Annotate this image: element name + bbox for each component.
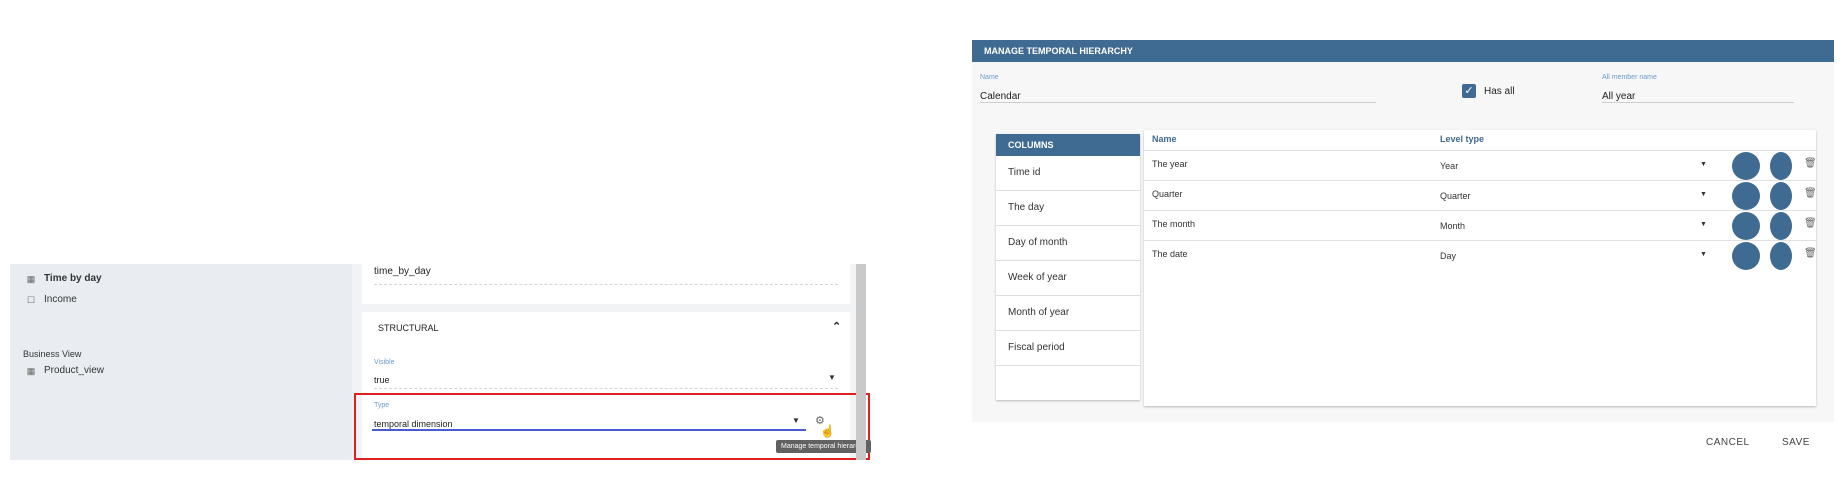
scrollbar[interactable] [856,264,866,460]
level-type-select[interactable]: Month [1440,221,1465,231]
tree-item-label: Product_view [44,365,105,376]
move-down-button[interactable] [1770,152,1792,180]
level-name[interactable]: Quarter [1152,189,1183,199]
column-item[interactable]: The day [996,191,1140,226]
move-up-button[interactable] [1732,182,1760,210]
columns-heading: COLUMNS [996,134,1140,156]
tree-item-income[interactable]: ☐ Income [26,294,77,305]
save-button[interactable]: SAVE [1782,437,1810,448]
move-up-button[interactable] [1732,242,1760,270]
has-all-label: Has all [1484,86,1515,97]
name-value: Calendar [980,91,1021,102]
dropdown-arrow-icon: ▼ [1700,191,1707,198]
level-row: The date Day ▼ 🗑 [1144,241,1817,270]
delete-icon[interactable]: 🗑 [1804,158,1817,169]
move-down-button[interactable] [1770,182,1792,210]
level-row: Quarter Quarter ▼ 🗑 [1144,181,1817,211]
dropdown-arrow-icon: ▼ [828,373,836,382]
dialog-title: MANAGE TEMPORAL HIERARCHY [972,40,1834,62]
visible-value: true [374,375,390,385]
name-column-header: Name [1152,134,1177,144]
level-name[interactable]: The year [1152,159,1188,169]
levels-table: Name Level type The year Year ▼ 🗑 Quarte… [1144,130,1817,406]
delete-icon[interactable]: 🗑 [1804,218,1817,229]
cancel-button[interactable]: CANCEL [1706,437,1750,448]
business-view-heading: Business View [23,349,82,359]
level-name[interactable]: The date [1152,249,1188,259]
level-type-select[interactable]: Quarter [1440,191,1471,201]
tree-item-label: Time by day [44,273,102,284]
table-icon: ▦ [26,365,36,376]
move-up-button[interactable] [1732,152,1760,180]
dropdown-arrow-icon: ▼ [1700,221,1707,228]
level-type-select[interactable]: Year [1440,161,1458,171]
hand-cursor-icon: ☝ [820,424,835,438]
level-name[interactable]: The month [1152,219,1195,229]
dropdown-arrow-icon: ▼ [1700,161,1707,168]
tree-item-product-view[interactable]: ▦ Product_view [26,365,104,376]
type-value: temporal dimension [374,419,453,429]
all-member-value: All year [1602,91,1636,102]
level-type-column-header: Level type [1440,134,1485,144]
dropdown-arrow-icon: ▼ [792,416,800,425]
move-down-button[interactable] [1770,242,1792,270]
type-select[interactable]: temporal dimension ▼ [372,414,806,431]
column-item[interactable]: Month of year [996,296,1140,331]
delete-icon[interactable]: 🗑 [1804,248,1817,259]
level-row: The year Year ▼ 🗑 [1144,151,1817,181]
tree-item-time-by-day[interactable]: ▦ Time by day [26,273,102,284]
column-item[interactable]: Fiscal period [996,331,1140,366]
column-item[interactable]: Day of month [996,226,1140,261]
name-label: Name [980,74,999,81]
all-member-input[interactable]: All year [1602,86,1794,103]
move-up-button[interactable] [1732,212,1760,240]
move-down-button[interactable] [1770,212,1792,240]
column-item[interactable]: Week of year [996,261,1140,296]
section-title: STRUCTURAL [378,323,439,333]
square-icon: ☐ [26,294,36,305]
columns-panel: COLUMNS Time id The day Day of month Wee… [996,134,1140,400]
table-icon: ▦ [26,273,36,284]
table-name-value: time_by_day [374,264,838,285]
collapse-chevron-icon[interactable]: ⌃ [832,320,841,333]
all-member-label: All member name [1602,74,1657,81]
level-type-select[interactable]: Day [1440,251,1456,261]
level-row: The month Month ▼ 🗑 [1144,211,1817,241]
has-all-checkbox[interactable]: ✓ [1462,84,1476,98]
type-label: Type [374,402,390,409]
column-item[interactable]: Time id [996,156,1140,191]
visible-label: Visible [374,359,395,366]
tree-item-label: Income [44,294,77,305]
delete-icon[interactable]: 🗑 [1804,188,1817,199]
visible-select[interactable]: true ▼ [374,370,838,389]
dropdown-arrow-icon: ▼ [1700,251,1707,258]
name-input[interactable]: Calendar [980,86,1376,103]
